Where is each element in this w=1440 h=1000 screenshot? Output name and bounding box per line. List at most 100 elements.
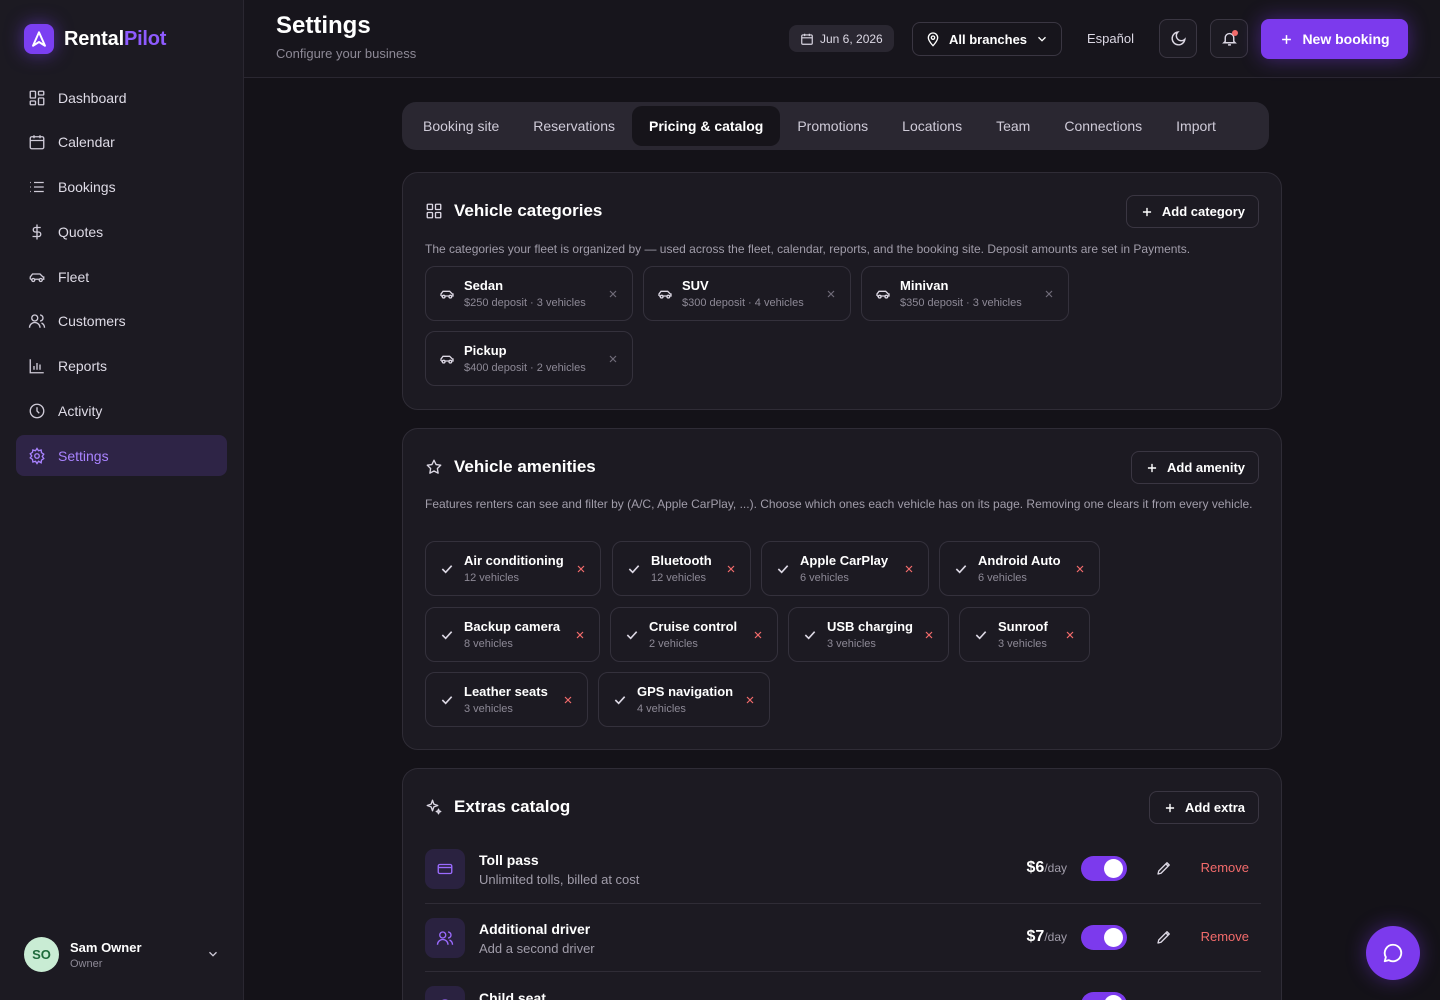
- check-icon: [626, 630, 638, 639]
- sidebar-item-settings[interactable]: Settings: [16, 435, 227, 477]
- extra-name: Additional driver: [479, 920, 591, 937]
- tab-locations[interactable]: Locations: [885, 106, 979, 146]
- user-menu[interactable]: SO Sam Owner Owner: [24, 937, 220, 972]
- vehicle-amenities-card: Vehicle amenities Add amenity Features r…: [402, 428, 1282, 750]
- close-icon[interactable]: [607, 288, 619, 300]
- sidebar-item-calendar[interactable]: Calendar: [16, 122, 227, 163]
- sidebar-item-bookings[interactable]: Bookings: [16, 167, 227, 208]
- close-icon[interactable]: [923, 629, 935, 641]
- tab-reservations[interactable]: Reservations: [516, 106, 632, 146]
- check-icon: [441, 564, 453, 573]
- amenity-chip[interactable]: Sunroof 3 vehicles: [959, 607, 1090, 662]
- extra-price-value: $7: [1026, 928, 1045, 945]
- grid-icon: [29, 90, 45, 105]
- add-amenity-button[interactable]: Add amenity: [1130, 451, 1259, 484]
- amenity-chip[interactable]: USB charging 3 vehicles: [788, 607, 949, 662]
- vehicle-categories-card: Vehicle categories Add category The cate…: [402, 172, 1282, 410]
- chevron-down-icon: [1038, 36, 1046, 42]
- language-switch[interactable]: Español: [1087, 31, 1134, 46]
- extras-catalog-card: Extras catalog Add extra Toll pass Unlimi…: [402, 768, 1282, 1000]
- close-icon[interactable]: [562, 694, 574, 706]
- amenity-chip[interactable]: Bluetooth 12 vehicles: [612, 541, 751, 596]
- close-icon[interactable]: [903, 563, 915, 575]
- tab-pricing-catalog[interactable]: Pricing & catalog: [631, 106, 781, 146]
- add-extra-button[interactable]: Add extra: [1149, 791, 1259, 824]
- close-icon[interactable]: [1074, 563, 1086, 575]
- close-icon[interactable]: [752, 629, 764, 641]
- tab-connections[interactable]: Connections: [1047, 106, 1159, 146]
- category-chip[interactable]: Minivan $350 deposit · 3 vehicles: [861, 266, 1069, 321]
- map-pin-icon: [927, 32, 939, 47]
- category-chip[interactable]: Pickup $400 deposit · 2 vehicles: [425, 331, 633, 386]
- amenity-chip[interactable]: Air conditioning 12 vehicles: [425, 541, 601, 596]
- category-name: SUV: [682, 278, 709, 293]
- remove-extra-button[interactable]: Remove: [1201, 929, 1249, 944]
- amenity-meta: 6 vehicles: [800, 572, 849, 584]
- check-icon: [441, 630, 453, 639]
- sidebar-item-fleet[interactable]: Fleet: [16, 256, 227, 297]
- users-icon: [436, 931, 454, 945]
- sidebar-item-reports[interactable]: Reports: [16, 346, 227, 387]
- category-meta: $250 deposit · 3 vehicles: [464, 297, 586, 309]
- pencil-icon[interactable]: [1155, 859, 1173, 877]
- category-chip[interactable]: SUV $300 deposit · 4 vehicles: [643, 266, 851, 321]
- sidebar-item-dashboard[interactable]: Dashboard: [16, 77, 227, 118]
- close-icon[interactable]: [1064, 629, 1076, 641]
- amenity-meta: 2 vehicles: [649, 638, 698, 650]
- sidebar-item-label: Reports: [58, 358, 108, 375]
- extra-enabled-toggle[interactable]: [1081, 925, 1127, 950]
- page-subtitle: Configure your business: [276, 46, 417, 61]
- add-amenity-label: Add amenity: [1166, 460, 1245, 475]
- category-chip[interactable]: Sedan $250 deposit · 3 vehicles: [425, 266, 633, 321]
- extra-enabled-toggle[interactable]: [1081, 992, 1127, 1000]
- close-icon[interactable]: [607, 353, 619, 365]
- close-icon[interactable]: [744, 694, 756, 706]
- date-picker[interactable]: Jun 6, 2026: [789, 25, 894, 52]
- pencil-icon[interactable]: [1155, 928, 1173, 946]
- brand-name: RentalPilot: [64, 28, 166, 51]
- close-icon[interactable]: [725, 563, 737, 575]
- amenity-name: Bluetooth: [651, 553, 712, 568]
- theme-toggle-button[interactable]: [1159, 19, 1197, 58]
- car-icon: [658, 290, 672, 299]
- sidebar-item-quotes[interactable]: Quotes: [16, 211, 227, 252]
- sidebar-item-label: Fleet: [58, 268, 90, 285]
- vehicle-categories-heading: Vehicle categories: [425, 201, 602, 221]
- tab-promotions[interactable]: Promotions: [780, 106, 885, 146]
- amenity-name: USB charging: [827, 619, 913, 634]
- amenity-meta: 6 vehicles: [978, 572, 1027, 584]
- category-meta: $300 deposit · 4 vehicles: [682, 297, 804, 309]
- amenity-chip[interactable]: Android Auto 6 vehicles: [939, 541, 1100, 596]
- sparkle-icon: [426, 799, 442, 815]
- amenity-chip[interactable]: GPS navigation 4 vehicles: [598, 672, 770, 727]
- close-icon[interactable]: [575, 563, 587, 575]
- bar-chart-icon: [29, 359, 44, 374]
- add-category-label: Add category: [1161, 204, 1245, 219]
- amenity-chip[interactable]: Backup camera 8 vehicles: [425, 607, 600, 662]
- amenity-chip[interactable]: Cruise control 2 vehicles: [610, 607, 778, 662]
- close-icon[interactable]: [825, 288, 837, 300]
- new-booking-button[interactable]: New booking: [1261, 19, 1408, 59]
- tab-team[interactable]: Team: [979, 106, 1047, 146]
- extra-enabled-toggle[interactable]: [1081, 856, 1127, 881]
- close-icon[interactable]: [1043, 288, 1055, 300]
- extra-price-unit: /day: [1044, 861, 1067, 875]
- tab-booking-site[interactable]: Booking site: [406, 106, 516, 146]
- grid-icon: [426, 203, 442, 219]
- add-category-button[interactable]: Add category: [1125, 195, 1259, 228]
- amenity-meta: 12 vehicles: [651, 572, 707, 584]
- chat-button[interactable]: [1366, 926, 1420, 980]
- amenity-name: Leather seats: [464, 684, 548, 699]
- close-icon[interactable]: [574, 629, 586, 641]
- clock-icon: [29, 403, 45, 419]
- amenity-chip[interactable]: Leather seats 3 vehicles: [425, 672, 588, 727]
- branch-select[interactable]: All branches: [912, 22, 1062, 56]
- vehicle-amenities-heading: Vehicle amenities: [425, 457, 596, 477]
- amenity-chip[interactable]: Apple CarPlay 6 vehicles: [761, 541, 929, 596]
- logo[interactable]: RentalPilot: [24, 24, 166, 54]
- remove-extra-button[interactable]: Remove: [1201, 860, 1249, 875]
- sidebar-item-customers[interactable]: Customers: [16, 301, 227, 342]
- sidebar-item-activity[interactable]: Activity: [16, 391, 227, 432]
- notifications-button[interactable]: [1210, 19, 1248, 58]
- tab-import[interactable]: Import: [1159, 106, 1233, 146]
